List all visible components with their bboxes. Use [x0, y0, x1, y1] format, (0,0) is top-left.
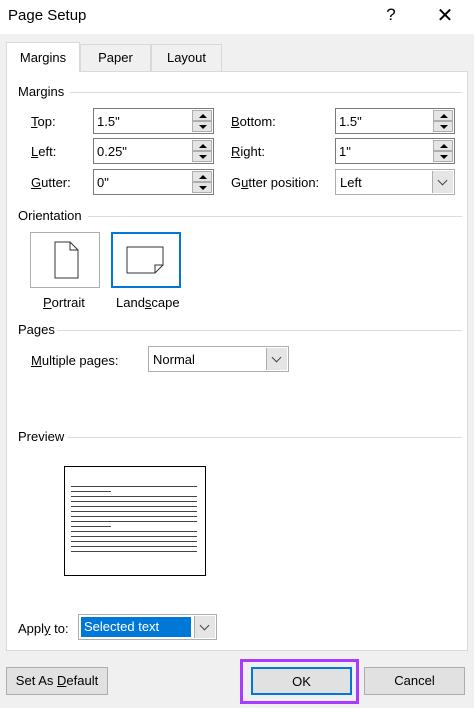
- spin-up-button[interactable]: [433, 140, 453, 151]
- margins-section-header: Margins: [18, 84, 65, 99]
- apply-to-value: Selected text: [81, 617, 191, 637]
- multiple-pages-label: Multiple pages:: [31, 353, 119, 368]
- chevron-down-icon[interactable]: [266, 348, 287, 370]
- cancel-button[interactable]: Cancel: [364, 667, 465, 695]
- tab-margins[interactable]: Margins: [6, 42, 80, 72]
- spin-up-button[interactable]: [192, 110, 212, 121]
- preview-text-line: [71, 491, 111, 492]
- preview-text-line: [71, 526, 111, 527]
- top-margin-value[interactable]: 1.5": [97, 114, 120, 129]
- preview-text-line: [71, 506, 197, 507]
- close-icon[interactable]: ✕: [434, 3, 456, 28]
- help-icon[interactable]: ?: [381, 5, 401, 25]
- right-margin-value[interactable]: 1": [339, 144, 351, 159]
- preview-text-line: [71, 536, 197, 537]
- spin-up-button[interactable]: [192, 140, 212, 151]
- right-margin-spinner[interactable]: 1": [335, 138, 455, 164]
- landscape-option[interactable]: [111, 232, 181, 288]
- apply-to-label: Apply to:: [18, 621, 69, 636]
- preview-text-line: [71, 551, 197, 552]
- section-divider: [88, 216, 462, 217]
- preview-text-line: [71, 516, 197, 517]
- spin-down-button[interactable]: [192, 121, 212, 132]
- gutter-position-label: Gutter position:: [231, 175, 320, 190]
- spin-down-button[interactable]: [192, 151, 212, 162]
- preview-text-line: [71, 521, 197, 522]
- bottom-margin-spinner[interactable]: 1.5": [335, 108, 455, 134]
- preview-text-line: [71, 541, 197, 542]
- landscape-label: Landscape: [116, 295, 180, 310]
- chevron-down-icon[interactable]: [194, 616, 215, 638]
- preview-text-line: [71, 501, 197, 502]
- portrait-label: Portrait: [43, 295, 85, 310]
- window-title: Page Setup: [8, 7, 87, 24]
- ok-button[interactable]: OK: [251, 667, 352, 695]
- preview-text-line: [71, 496, 197, 497]
- portrait-option[interactable]: [30, 232, 100, 288]
- tab-layout[interactable]: Layout: [151, 44, 222, 71]
- gutter-position-dropdown[interactable]: Left: [335, 169, 455, 195]
- bottom-label: Bottom:: [231, 114, 276, 129]
- gutter-value[interactable]: 0": [97, 175, 109, 190]
- spin-down-button[interactable]: [433, 121, 453, 132]
- spin-down-button[interactable]: [433, 151, 453, 162]
- left-label: Left:: [31, 144, 57, 159]
- spin-up-button[interactable]: [433, 110, 453, 121]
- portrait-page-icon: [54, 241, 79, 279]
- section-divider: [68, 437, 462, 438]
- preview-text-line: [71, 486, 197, 487]
- apply-to-dropdown[interactable]: Selected text: [78, 614, 217, 640]
- left-margin-spinner[interactable]: 0.25": [93, 138, 214, 164]
- right-label: Right:: [231, 144, 265, 159]
- spin-up-button[interactable]: [192, 171, 212, 182]
- preview-page: [64, 466, 206, 576]
- gutter-position-value: Left: [340, 175, 362, 190]
- preview-text-line: [71, 531, 197, 532]
- set-as-default-button[interactable]: Set As Default: [6, 667, 108, 695]
- landscape-page-icon: [126, 246, 164, 274]
- preview-text-line: [71, 511, 197, 512]
- orientation-section-header: Orientation: [18, 208, 82, 223]
- left-margin-value[interactable]: 0.25": [97, 144, 127, 159]
- gutter-spinner[interactable]: 0": [93, 169, 214, 195]
- preview-section-header: Preview: [18, 429, 65, 444]
- top-margin-spinner[interactable]: 1.5": [93, 108, 214, 134]
- spin-down-button[interactable]: [192, 182, 212, 193]
- pages-section-header: Pages: [18, 322, 55, 337]
- multiple-pages-dropdown[interactable]: Normal: [148, 346, 289, 372]
- tab-paper[interactable]: Paper: [80, 44, 151, 71]
- chevron-down-icon[interactable]: [432, 171, 453, 193]
- bottom-margin-value[interactable]: 1.5": [339, 114, 362, 129]
- section-divider: [70, 92, 462, 93]
- multiple-pages-value: Normal: [153, 352, 195, 367]
- preview-text-line: [71, 546, 197, 547]
- gutter-label: Gutter:: [31, 175, 71, 190]
- section-divider: [57, 330, 462, 331]
- top-label: Top:: [31, 114, 56, 129]
